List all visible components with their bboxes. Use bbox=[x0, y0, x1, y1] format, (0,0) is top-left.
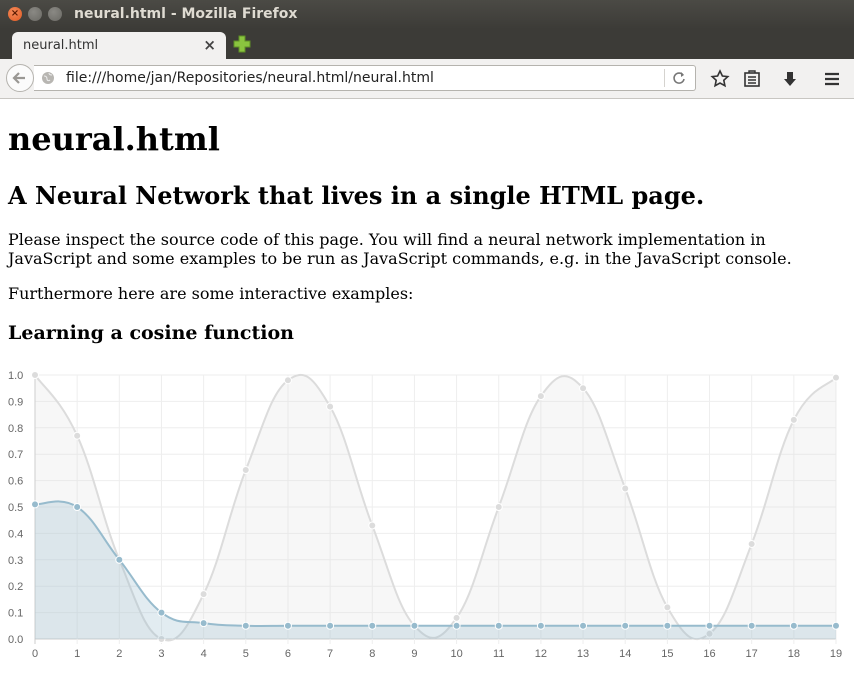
target-cosine-point bbox=[452, 613, 461, 622]
y-tick-label: 0.0 bbox=[8, 634, 23, 646]
y-tick-label: 0.3 bbox=[8, 555, 23, 567]
window-titlebar: × neural.html - Mozilla Firefox bbox=[0, 0, 854, 29]
y-tick-label: 0.4 bbox=[8, 528, 23, 540]
y-tick-label: 0.8 bbox=[8, 423, 23, 435]
network-prediction-point bbox=[832, 621, 840, 630]
target-cosine-point bbox=[368, 521, 377, 530]
download-icon[interactable] bbox=[780, 69, 800, 89]
reload-icon[interactable] bbox=[671, 70, 687, 86]
x-tick-label: 14 bbox=[619, 648, 631, 660]
tab-strip: neural.html × bbox=[0, 29, 854, 59]
window-title: neural.html - Mozilla Firefox bbox=[74, 6, 298, 22]
x-tick-label: 12 bbox=[535, 648, 547, 660]
back-arrow-icon bbox=[12, 72, 25, 84]
page-heading: neural.html bbox=[8, 120, 220, 158]
bookmark-star-icon[interactable] bbox=[710, 69, 730, 89]
x-tick-label: 8 bbox=[369, 648, 375, 660]
x-tick-label: 13 bbox=[577, 648, 589, 660]
network-prediction-point bbox=[326, 621, 335, 630]
examples-paragraph: Furthermore here are some interactive ex… bbox=[8, 284, 414, 303]
target-cosine-point bbox=[241, 466, 250, 475]
y-tick-label: 0.7 bbox=[8, 449, 23, 461]
close-window-button[interactable]: × bbox=[8, 7, 22, 21]
close-tab-icon[interactable]: × bbox=[203, 36, 216, 54]
x-tick-label: 1 bbox=[74, 648, 80, 660]
target-cosine-point bbox=[789, 415, 798, 424]
network-prediction-point bbox=[579, 621, 588, 630]
network-prediction-point bbox=[494, 621, 503, 630]
x-tick-label: 0 bbox=[32, 648, 38, 660]
target-cosine-point bbox=[283, 376, 292, 385]
network-prediction-point bbox=[452, 621, 461, 630]
network-prediction-point bbox=[157, 608, 166, 617]
back-button[interactable] bbox=[6, 64, 34, 92]
network-prediction-point bbox=[663, 621, 672, 630]
target-cosine-point bbox=[326, 402, 335, 411]
network-prediction-point bbox=[705, 621, 714, 630]
x-tick-label: 7 bbox=[327, 648, 333, 660]
target-cosine-point bbox=[621, 484, 630, 493]
minimize-window-button[interactable] bbox=[28, 7, 42, 21]
target-cosine-point bbox=[73, 431, 82, 440]
x-tick-label: 16 bbox=[703, 648, 715, 660]
y-tick-label: 0.2 bbox=[8, 581, 23, 593]
network-prediction-point bbox=[536, 621, 545, 630]
url-separator bbox=[664, 69, 665, 87]
target-cosine-point bbox=[663, 603, 672, 612]
x-tick-label: 6 bbox=[285, 648, 291, 660]
navigation-bar: file:///home/jan/Repositories/neural.htm… bbox=[0, 59, 854, 99]
target-cosine-point bbox=[199, 590, 208, 599]
reading-list-icon[interactable] bbox=[742, 69, 762, 89]
x-tick-label: 10 bbox=[450, 648, 462, 660]
y-tick-label: 0.1 bbox=[8, 608, 23, 620]
target-cosine-area bbox=[35, 374, 836, 641]
section-title: Learning a cosine function bbox=[8, 322, 294, 344]
network-prediction-area bbox=[35, 501, 836, 639]
y-tick-label: 1.0 bbox=[8, 370, 23, 382]
x-tick-label: 9 bbox=[411, 648, 417, 660]
target-cosine-point bbox=[31, 371, 39, 379]
url-bar[interactable]: file:///home/jan/Repositories/neural.htm… bbox=[34, 65, 696, 91]
target-cosine-point bbox=[832, 373, 840, 382]
y-tick-label: 0.9 bbox=[8, 396, 23, 408]
target-cosine-point bbox=[579, 384, 588, 393]
x-tick-label: 18 bbox=[788, 648, 800, 660]
network-prediction-point bbox=[199, 619, 208, 628]
url-text: file:///home/jan/Repositories/neural.htm… bbox=[66, 70, 434, 86]
network-prediction-point bbox=[73, 503, 82, 511]
network-prediction-line bbox=[34, 500, 836, 628]
network-prediction-point bbox=[283, 621, 292, 630]
y-tick-label: 0.5 bbox=[8, 502, 23, 514]
x-tick-label: 4 bbox=[201, 648, 207, 660]
menu-icon[interactable] bbox=[822, 69, 842, 89]
network-prediction-point bbox=[31, 500, 39, 509]
x-tick-label: 19 bbox=[830, 648, 842, 660]
x-tick-label: 11 bbox=[493, 648, 504, 660]
network-prediction-point bbox=[621, 621, 630, 630]
network-prediction-point bbox=[368, 621, 377, 630]
intro-paragraph: Please inspect the source code of this p… bbox=[8, 230, 792, 268]
target-cosine-point bbox=[747, 539, 756, 548]
tab-label: neural.html bbox=[23, 38, 99, 53]
new-tab-icon[interactable] bbox=[233, 35, 251, 53]
x-tick-label: 2 bbox=[116, 648, 122, 660]
x-tick-label: 17 bbox=[746, 648, 758, 660]
x-tick-label: 15 bbox=[661, 648, 673, 660]
x-tick-label: 5 bbox=[243, 648, 249, 660]
tab-neural[interactable]: neural.html × bbox=[12, 32, 226, 59]
target-cosine-line bbox=[34, 374, 837, 642]
target-cosine-point bbox=[536, 392, 545, 401]
cosine-chart: 0.00.10.20.30.40.50.60.70.80.91.00 1 2 3 4 5 6… bbox=[8, 370, 842, 660]
network-prediction-point bbox=[789, 621, 798, 630]
y-tick-label: 0.6 bbox=[8, 476, 23, 488]
globe-icon bbox=[42, 72, 54, 84]
x-tick-label: 3 bbox=[158, 648, 164, 660]
network-prediction-point bbox=[115, 555, 124, 564]
maximize-window-button[interactable] bbox=[48, 7, 62, 21]
page-subheading: A Neural Network that lives in a single … bbox=[8, 181, 705, 210]
target-cosine-point bbox=[494, 503, 503, 511]
network-prediction-point bbox=[410, 621, 419, 630]
network-prediction-point bbox=[747, 621, 756, 630]
network-prediction-point bbox=[241, 621, 250, 630]
